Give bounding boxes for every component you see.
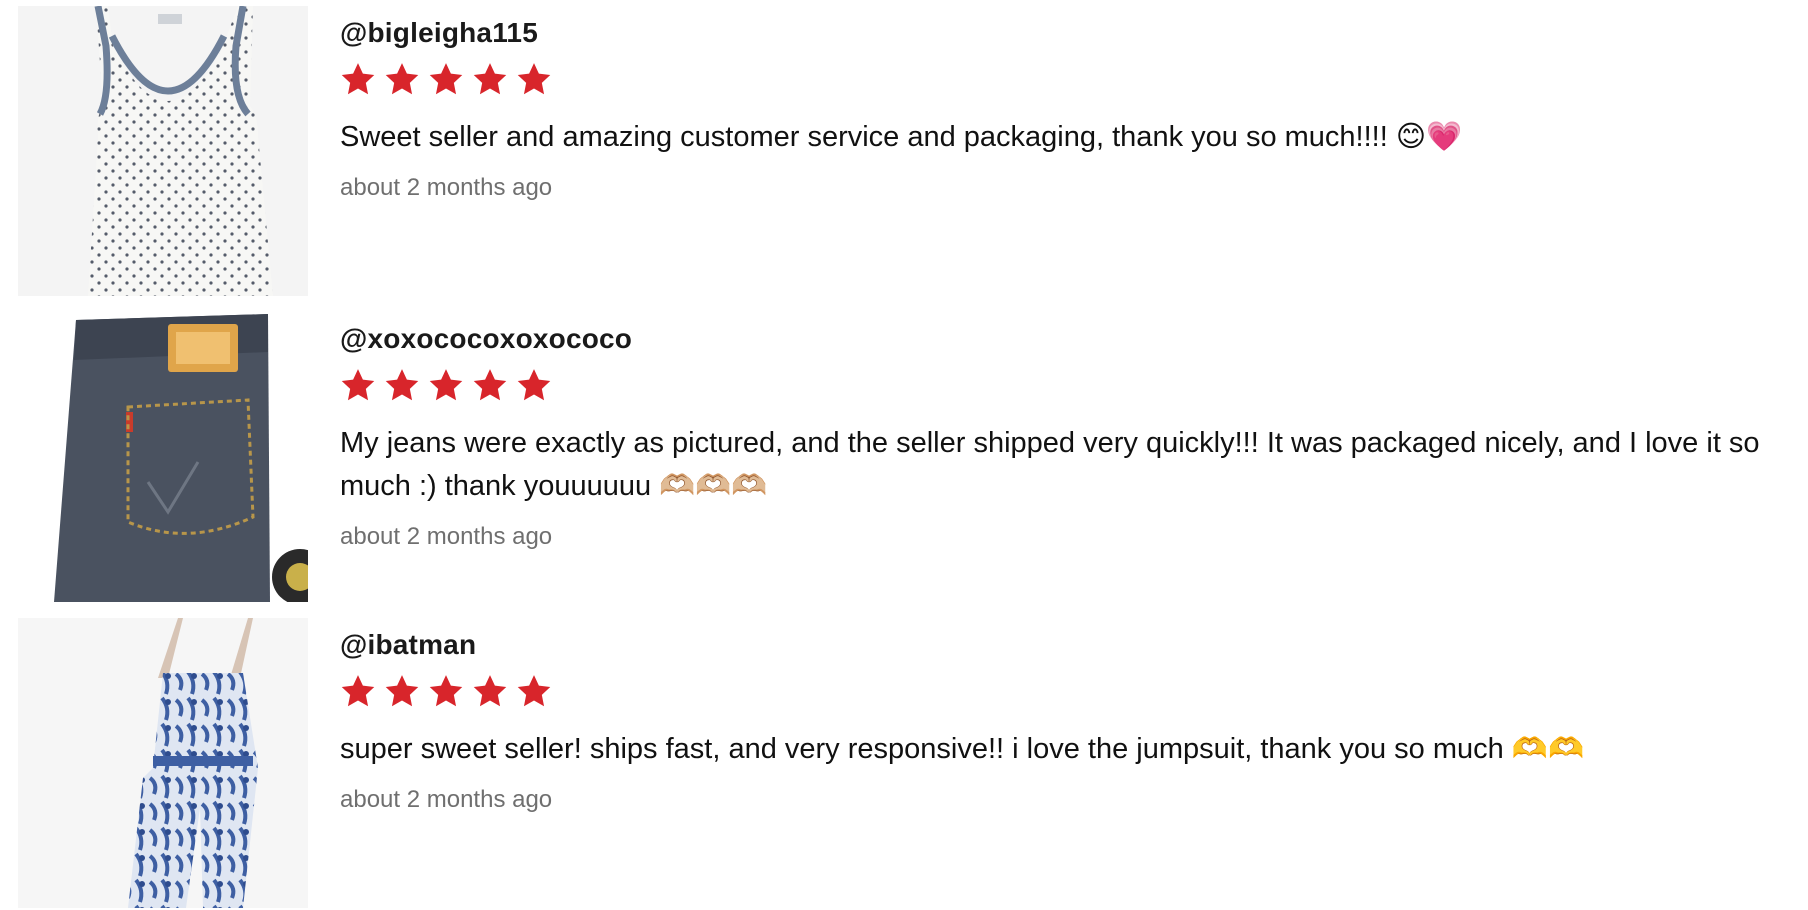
review-content: @xoxococoxoxococo My jeans were exactly … [340, 312, 1788, 552]
star-icon [340, 674, 376, 708]
star-rating [340, 62, 1788, 96]
star-icon [516, 62, 552, 96]
star-icon [428, 62, 464, 96]
review-content: @ibatman super sweet seller! ships fast,… [340, 618, 1788, 815]
star-icon [340, 62, 376, 96]
star-icon [384, 368, 420, 402]
star-rating [340, 368, 1788, 402]
review-username[interactable]: @bigleigha115 [340, 16, 1788, 50]
star-icon [516, 368, 552, 402]
star-icon [472, 62, 508, 96]
product-thumbnail[interactable] [18, 312, 308, 602]
product-thumbnail[interactable] [18, 6, 308, 296]
star-icon [428, 368, 464, 402]
review-content: @bigleigha115 Sweet seller and amazing c… [340, 6, 1788, 203]
star-icon [516, 674, 552, 708]
star-icon [472, 368, 508, 402]
review-timestamp: about 2 months ago [340, 174, 553, 201]
star-rating [340, 674, 1788, 708]
review-comment: Sweet seller and amazing customer servic… [340, 121, 1463, 153]
star-icon [472, 674, 508, 708]
review-username[interactable]: @ibatman [340, 628, 1788, 662]
star-icon [340, 368, 376, 402]
review-comment: super sweet seller! ships fast, and very… [340, 733, 1585, 765]
review-username[interactable]: @xoxococoxoxococo [340, 322, 1788, 356]
star-icon [384, 674, 420, 708]
review-comment: My jeans were exactly as pictured, and t… [340, 427, 1760, 502]
star-icon [384, 62, 420, 96]
product-thumbnail[interactable] [18, 618, 308, 908]
review-timestamp: about 2 months ago [340, 786, 553, 813]
star-icon [428, 674, 464, 708]
review-timestamp: about 2 months ago [340, 523, 553, 550]
